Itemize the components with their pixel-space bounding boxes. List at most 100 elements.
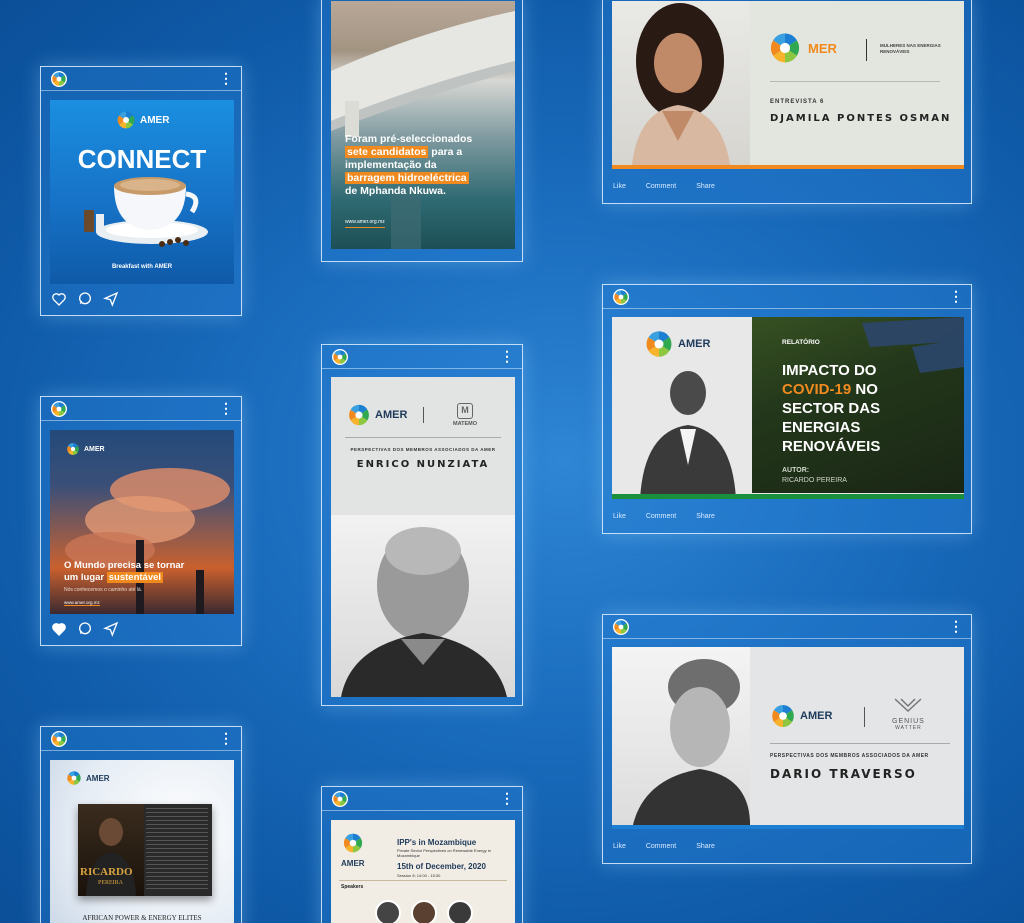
post-actions: Like Comment Share bbox=[613, 843, 715, 850]
event-date: 15th of December, 2020 bbox=[397, 862, 486, 871]
person-name: DJAMILA PONTES OSMAN bbox=[770, 113, 952, 124]
person-silhouette bbox=[632, 659, 751, 829]
brand-name: AMER bbox=[375, 409, 408, 421]
author-name: RICARDO PEREIRA bbox=[782, 477, 847, 484]
heart-filled-icon[interactable] bbox=[51, 621, 67, 637]
partner-name: MATEMO bbox=[453, 421, 478, 427]
amer-logo-icon bbox=[332, 349, 348, 365]
divider-line bbox=[770, 743, 950, 744]
person-name: DARIO TRAVERSO bbox=[770, 767, 917, 781]
post-actions: Like Comment Share bbox=[613, 513, 715, 520]
like-button[interactable]: Like bbox=[613, 183, 626, 190]
post-card-dario[interactable]: ⋮ AMER GENIUS WATTER PERSPECTIVAS DOS ME… bbox=[602, 614, 972, 864]
comment-button[interactable]: Comment bbox=[646, 183, 676, 190]
comment-bubble-icon[interactable] bbox=[77, 291, 93, 307]
title-highlight: COVID-19 bbox=[782, 381, 852, 398]
brand-logo: AMER bbox=[770, 703, 832, 729]
speaker-avatar bbox=[375, 900, 401, 923]
post-image-covid[interactable]: AMER RELATÓRIO IMPACTO DO COVID-19 NO SE… bbox=[612, 317, 964, 499]
post-image-connect[interactable]: AMER CONNECT Breakfast with AMER bbox=[50, 100, 234, 284]
interview-label: ENTREVISTA 6 bbox=[770, 99, 825, 105]
post-image-sustain[interactable]: AMER O Mundo precisa se tornar um lugar … bbox=[50, 430, 234, 614]
dam-illustration bbox=[331, 11, 515, 249]
like-button[interactable]: Like bbox=[613, 843, 626, 850]
title-line: SECTOR DAS bbox=[782, 400, 881, 417]
post-url: www.amer.org.mz bbox=[345, 219, 385, 228]
divider-line bbox=[345, 437, 501, 438]
partner-name-line2: WATTER bbox=[895, 725, 922, 731]
headline-line: Foram pré-seleccionados bbox=[345, 133, 473, 145]
partner-name: GENIUS bbox=[892, 718, 925, 725]
post-card-dam[interactable]: Foram pré-seleccionados sete candidatos … bbox=[321, 0, 523, 262]
magazine-text-page bbox=[146, 808, 208, 892]
kebab-menu-icon[interactable]: ⋮ bbox=[949, 617, 963, 635]
person-silhouette bbox=[632, 3, 730, 165]
post-image-dario[interactable]: AMER GENIUS WATTER PERSPECTIVAS DOS MEMB… bbox=[612, 647, 964, 829]
post-card-sustain[interactable]: ⋮ AMER O Mundo precisa se tornar um luga… bbox=[40, 396, 242, 646]
kebab-menu-icon[interactable]: ⋮ bbox=[949, 287, 963, 305]
headline-highlight: sete candidatos bbox=[345, 146, 429, 158]
share-button[interactable]: Share bbox=[696, 513, 715, 520]
divider bbox=[864, 707, 865, 727]
share-button[interactable]: Share bbox=[696, 843, 715, 850]
portrait-photo bbox=[612, 1, 750, 165]
headline-highlight: barragem hidroeléctrica bbox=[345, 172, 469, 184]
kebab-menu-icon[interactable]: ⋮ bbox=[500, 347, 514, 365]
kebab-menu-icon[interactable]: ⋮ bbox=[219, 729, 233, 747]
subtitle: PERSPECTIVAS DOS MEMBROS ASSOCIADOS DA A… bbox=[770, 753, 929, 759]
post-card-djamila[interactable]: MER MULHERES NAS ENERGIAS RENOVÁVEIS ENT… bbox=[602, 0, 972, 204]
post-card-ipp[interactable]: ⋮ AMER IPP's in Mozambique Private Secto… bbox=[321, 786, 523, 923]
partner-logo: GENIUS WATTER bbox=[892, 697, 925, 731]
post-headline: Foram pré-seleccionados sete candidatos … bbox=[345, 133, 510, 198]
comment-button[interactable]: Comment bbox=[646, 513, 676, 520]
amer-logo-icon bbox=[770, 703, 796, 729]
kebab-menu-icon[interactable]: ⋮ bbox=[219, 399, 233, 417]
amer-logo-icon bbox=[66, 770, 82, 786]
brand-name: AMER bbox=[140, 114, 170, 126]
share-button[interactable]: Share bbox=[696, 183, 715, 190]
headline-line: O Mundo precisa se tornar bbox=[64, 560, 185, 571]
heart-icon[interactable] bbox=[51, 291, 67, 307]
amer-logo-icon bbox=[51, 731, 67, 747]
post-card-enrico[interactable]: ⋮ AMER M MATEMO PERSPECTIVAS DOS MEMBROS… bbox=[321, 344, 523, 706]
post-image-enrico[interactable]: AMER M MATEMO PERSPECTIVAS DOS MEMBROS A… bbox=[331, 377, 515, 697]
amer-logo-icon bbox=[51, 401, 67, 417]
portrait-photo bbox=[612, 647, 751, 829]
magazine-footer: AFRICAN POWER & ENERGY ELITES bbox=[82, 914, 202, 922]
person-silhouette bbox=[341, 527, 507, 697]
kebab-menu-icon[interactable]: ⋮ bbox=[500, 789, 514, 807]
post-image-dam[interactable]: Foram pré-seleccionados sete candidatos … bbox=[331, 1, 515, 249]
paper-plane-icon[interactable] bbox=[103, 621, 119, 637]
post-image-magazine[interactable]: AMER RICARDO PEREIRA AFRICAN POWER & ENE… bbox=[50, 760, 234, 923]
divider-line bbox=[339, 880, 507, 881]
amer-logo-icon bbox=[613, 289, 629, 305]
brand-logo: AMER bbox=[341, 832, 365, 868]
headline-highlight: sustentável bbox=[106, 572, 164, 583]
card-header: ⋮ bbox=[603, 285, 971, 309]
event-session: Session 8: 14:00 - 15:30 bbox=[397, 873, 441, 878]
comment-button[interactable]: Comment bbox=[646, 843, 676, 850]
person-name: ENRICO NUNZIATA bbox=[356, 459, 490, 470]
like-button[interactable]: Like bbox=[613, 513, 626, 520]
card-header: ⋮ bbox=[322, 787, 522, 811]
brand-name: AMER bbox=[86, 773, 110, 783]
post-image-ipp[interactable]: AMER IPP's in Mozambique Private Sector … bbox=[331, 820, 515, 923]
mer-logo: MER bbox=[768, 31, 837, 65]
amer-logo-icon bbox=[51, 71, 67, 87]
comment-bubble-icon[interactable] bbox=[77, 621, 93, 637]
speaker-avatar bbox=[447, 900, 473, 923]
post-subline: Nós conhecemos o caminho até lá. bbox=[64, 587, 143, 593]
post-card-covid[interactable]: ⋮ AMER RELATÓRIO IMPACTO DO COVID-19 NO … bbox=[602, 284, 972, 534]
report-title: IMPACTO DO COVID-19 NO SECTOR DAS ENERGI… bbox=[782, 361, 880, 456]
post-image-djamila[interactable]: MER MULHERES NAS ENERGIAS RENOVÁVEIS ENT… bbox=[612, 1, 964, 169]
post-caption: Breakfast with AMER bbox=[111, 264, 173, 270]
coffee-cup-icon bbox=[84, 177, 208, 247]
post-card-connect[interactable]: ⋮ AMER CONNECT Breakfast with AMER bbox=[40, 66, 242, 316]
kebab-menu-icon[interactable]: ⋮ bbox=[219, 69, 233, 87]
report-label: RELATÓRIO bbox=[782, 339, 820, 346]
post-url: www.amer.org.mz bbox=[64, 600, 100, 606]
paper-plane-icon[interactable] bbox=[103, 291, 119, 307]
post-card-magazine[interactable]: ⋮ AMER RICARDO PEREIRA AFRICAN POWER & E… bbox=[40, 726, 242, 923]
headline-line: de Mphanda Nkuwa. bbox=[345, 185, 446, 197]
card-header: ⋮ bbox=[603, 615, 971, 639]
